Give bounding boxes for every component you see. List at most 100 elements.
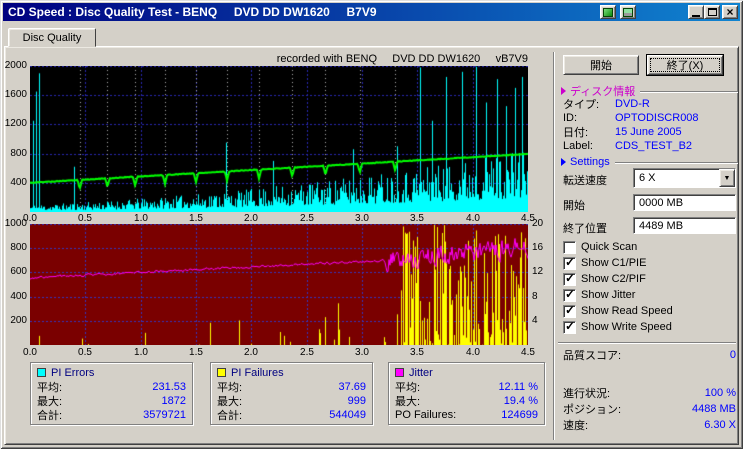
checkbox-box[interactable]: ✓ bbox=[563, 318, 576, 334]
settings-header: Settings bbox=[561, 155, 738, 168]
checkbox-box[interactable] bbox=[563, 240, 576, 254]
check-icon: ✓ bbox=[565, 318, 576, 333]
-label: 転送速度 bbox=[563, 175, 607, 187]
transfer-speed-combo[interactable]: 6 X ▼ bbox=[633, 168, 736, 188]
y-axis-label: 400 bbox=[10, 291, 27, 302]
stat-value: 12.11 % bbox=[498, 381, 538, 393]
minimize-button[interactable] bbox=[688, 5, 704, 19]
stat-box-pi-errors: PI Errors 平均: 231.53 最大: 1872 合計: 3579721 bbox=[30, 362, 193, 425]
stat-value: 19.4 % bbox=[503, 395, 538, 407]
x-axis-label: 1.0 bbox=[134, 213, 148, 224]
jitter-swatch-icon bbox=[395, 368, 404, 377]
x-axis-label: 2.0 bbox=[244, 213, 258, 224]
stat-row: 平均: 37.69 bbox=[217, 380, 366, 394]
checkbox-show-c2-pif[interactable]: ✓ Show C2/PIF bbox=[563, 270, 646, 286]
disc-info-value: DVD-R bbox=[615, 98, 650, 110]
x-axis-label: 3.5 bbox=[410, 347, 424, 358]
checkbox-label: Show Jitter bbox=[581, 289, 636, 301]
y-axis-label: 12 bbox=[532, 266, 544, 277]
check-icon: ✓ bbox=[565, 254, 576, 269]
exit-button[interactable]: 終了(X) bbox=[647, 55, 723, 75]
y-axis-label: 200 bbox=[10, 315, 27, 326]
checkbox-show-read-speed[interactable]: ✓ Show Read Speed bbox=[563, 303, 673, 318]
disc-info-bullet-icon bbox=[561, 86, 566, 95]
x-axis-label: 4.0 bbox=[466, 347, 480, 358]
drive-icon bbox=[623, 7, 633, 17]
titlebar-extra-icon-2[interactable] bbox=[620, 5, 636, 19]
start-button[interactable]: 開始 bbox=[563, 55, 639, 75]
stat-value: 999 bbox=[347, 395, 366, 407]
stat-box-header: Jitter bbox=[395, 365, 538, 380]
stat-row: 最大: 19.4 % bbox=[395, 394, 538, 408]
stat-row: 合計: 3579721 bbox=[37, 408, 186, 422]
maximize-icon bbox=[707, 8, 717, 16]
disc-info-header-line bbox=[640, 90, 738, 93]
close-button[interactable]: × bbox=[722, 5, 738, 19]
combo-dropdown-button[interactable]: ▼ bbox=[719, 169, 735, 187]
quality-score-value: 0 bbox=[729, 348, 736, 361]
checkbox-show-c1-pie[interactable]: ✓ Show C1/PIE bbox=[563, 254, 646, 270]
stat-box-title: PI Failures bbox=[231, 366, 284, 379]
-field[interactable]: 4489 MB bbox=[633, 217, 736, 234]
x-axis-label: 4.0 bbox=[466, 213, 480, 224]
-field[interactable]: 0000 MB bbox=[633, 194, 736, 211]
quality-score-label: 品質スコア: bbox=[563, 349, 622, 362]
y-axis-label: 16 bbox=[532, 242, 544, 253]
checkbox-box[interactable]: ✓ bbox=[563, 254, 576, 270]
check-icon: ✓ bbox=[565, 286, 576, 301]
checkbox-label: Show Write Speed bbox=[581, 321, 672, 333]
y-axis-label: 1000 bbox=[4, 218, 27, 229]
app-window: CD Speed : Disc Quality Test - BENQ DVD … bbox=[0, 0, 743, 449]
x-axis-label: 0.5 bbox=[78, 347, 92, 358]
y-axis-label: 800 bbox=[10, 148, 27, 159]
checkbox-box[interactable]: ✓ bbox=[563, 270, 576, 286]
y-axis-label: 2000 bbox=[4, 60, 27, 71]
y-axis-label: 400 bbox=[10, 177, 27, 188]
pi-errors-swatch-icon bbox=[37, 368, 46, 377]
x-axis-label: 3.0 bbox=[355, 213, 369, 224]
quality-score-row: 品質スコア: 0 bbox=[563, 348, 736, 362]
check-icon: ✓ bbox=[565, 270, 576, 285]
checkbox-box[interactable]: ✓ bbox=[563, 286, 576, 302]
tab-disc-quality[interactable]: Disc Quality bbox=[8, 28, 96, 47]
checkbox-show-jitter[interactable]: ✓ Show Jitter bbox=[563, 286, 636, 302]
disc-info-row: ID: OPTODISCR008 bbox=[563, 111, 736, 125]
stat-box-jitter: Jitter 平均: 12.11 % 最大: 19.4 % PO Failures: 124… bbox=[388, 362, 545, 425]
stat-value: 544049 bbox=[329, 409, 366, 421]
checkbox-quick-scan[interactable]: Quick Scan bbox=[563, 240, 637, 254]
stat-label: 合計: bbox=[217, 410, 243, 422]
tab-label: Disc Quality bbox=[22, 31, 82, 44]
x-axis-label: 3.5 bbox=[410, 213, 424, 224]
stat-value: 1872 bbox=[161, 395, 186, 407]
disc-info-row: 日付: 15 June 2005 bbox=[563, 125, 736, 139]
y-axis-label: 600 bbox=[10, 266, 27, 277]
pi-failures-swatch-icon bbox=[217, 368, 226, 377]
stat-box-pi-failures: PI Failures 平均: 37.69 最大: 999 合計: 544049 bbox=[210, 362, 373, 425]
disc-info-label: タイプ: bbox=[563, 99, 600, 111]
checkbox-box[interactable]: ✓ bbox=[563, 303, 576, 318]
checkbox-show-write-speed[interactable]: ✓ Show Write Speed bbox=[563, 318, 672, 334]
disc-info-value: 15 June 2005 bbox=[615, 126, 682, 138]
maximize-button[interactable] bbox=[704, 5, 720, 19]
titlebar-extra-icon-1[interactable] bbox=[600, 5, 616, 19]
x-axis-label: 2.5 bbox=[300, 347, 314, 358]
stat-row: 合計: 544049 bbox=[217, 408, 366, 422]
error-rate-chart-canvas bbox=[30, 66, 528, 212]
stat-value: 37.69 bbox=[338, 381, 366, 393]
recorded-with-label: recorded with BENQ DVD DD DW1620 vB7V9 bbox=[276, 53, 528, 65]
status-label: 進行状況: bbox=[563, 387, 611, 400]
field-value: 0000 MB bbox=[639, 196, 684, 209]
y-axis-label: 1200 bbox=[4, 118, 27, 129]
y-axis-label: 8 bbox=[532, 291, 538, 302]
x-axis-label: 2.0 bbox=[244, 347, 258, 358]
score-separator bbox=[558, 342, 736, 344]
status-label: ポジション: bbox=[563, 403, 622, 416]
disc-info-value: OPTODISCR008 bbox=[615, 112, 699, 124]
settings-header-label: Settings bbox=[570, 155, 610, 168]
y-axis-label: 4 bbox=[532, 315, 538, 326]
disc-icon bbox=[603, 7, 613, 17]
stat-row: 最大: 1872 bbox=[37, 394, 186, 408]
stat-value: 231.53 bbox=[152, 381, 186, 393]
stat-row: PO Failures: 124699 bbox=[395, 408, 538, 422]
stat-row: 平均: 231.53 bbox=[37, 380, 186, 394]
